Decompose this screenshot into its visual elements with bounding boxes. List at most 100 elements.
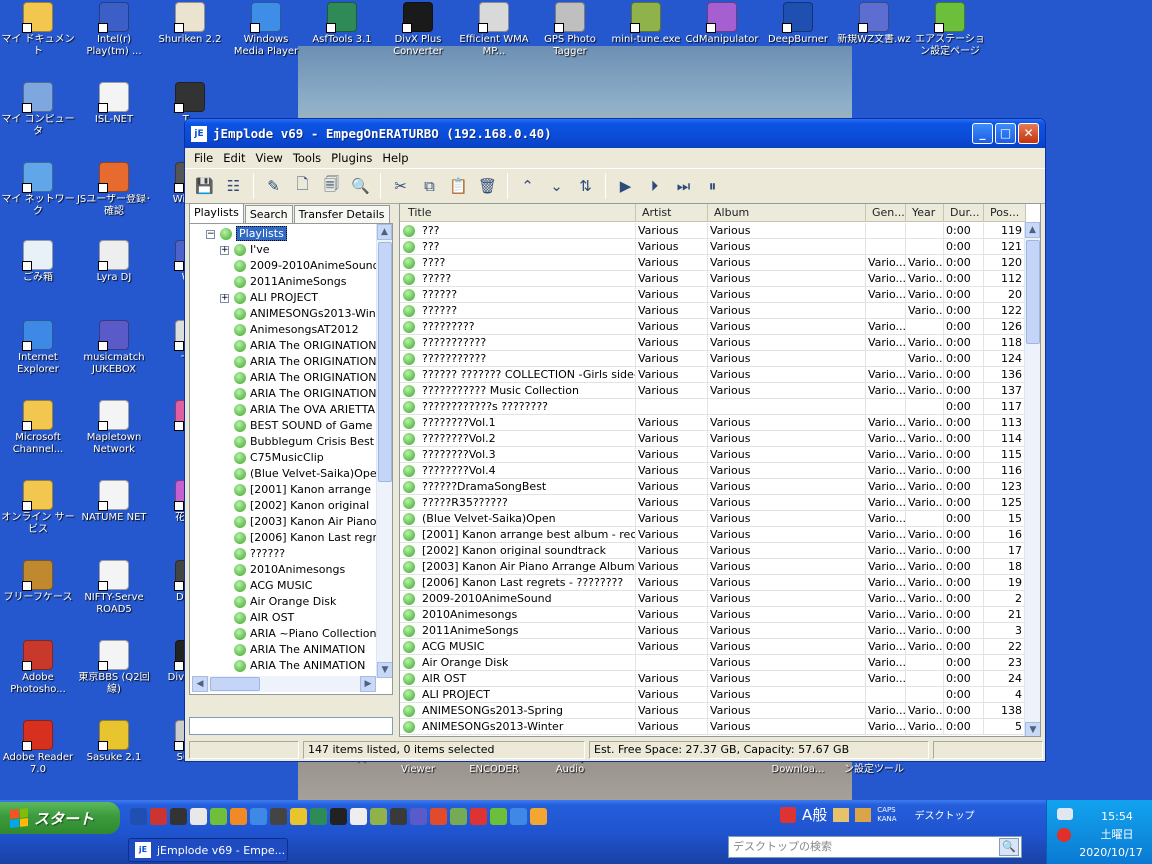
tree-item[interactable]: ??????	[192, 546, 376, 562]
close-button[interactable]: ✕	[1018, 123, 1039, 144]
tab-transfer-details[interactable]: Transfer Details	[293, 205, 390, 223]
table-row[interactable]: ANIMESONGs2013-Spring Various Various Vario…	[400, 703, 1026, 719]
desktop-icon[interactable]: NIFTY-Serve ROAD5	[76, 560, 152, 616]
tree-item[interactable]: [2003] Kanon Air Piano	[192, 514, 376, 530]
table-row[interactable]: ????????? Various Various Vario... 0:00 126	[400, 319, 1026, 335]
desktop-icon[interactable]: オンライン サービス	[0, 480, 76, 536]
tab-search[interactable]: Search	[244, 205, 293, 223]
table-row[interactable]: ??????????? Various Various Vario... Vario..…	[400, 335, 1026, 351]
scroll-down-arrow-icon[interactable]: ▼	[1025, 722, 1040, 736]
desktop-icon[interactable]: Adobe Photosho...	[0, 640, 76, 696]
table-row[interactable]: ??????????? Music Collection Various Vario…	[400, 383, 1026, 399]
column-header[interactable]: Pos...	[984, 204, 1026, 221]
quick-launch-icon[interactable]	[450, 808, 467, 825]
scroll-right-arrow-icon[interactable]: ▶	[360, 676, 376, 692]
table-row[interactable]: ????????Vol.1 Various Various Vario... Vario…	[400, 415, 1026, 431]
tree-item[interactable]: ACG MUSIC	[192, 578, 376, 594]
table-row[interactable]: 2009-2010AnimeSound Various Various Vario..…	[400, 591, 1026, 607]
tree-item[interactable]: BEST SOUND of Game	[192, 418, 376, 434]
table-row[interactable]: [2001] Kanon arrange best album - recol.…	[400, 527, 1026, 543]
tree-item[interactable]: 2011AnimeSongs	[192, 274, 376, 290]
menu-tools[interactable]: Tools	[288, 151, 326, 165]
desktop-icon[interactable]: ブリーフケース	[0, 560, 76, 604]
cut-icon[interactable]: ✂	[387, 173, 414, 200]
quick-launch-icon[interactable]	[330, 808, 347, 825]
desktop-icon[interactable]: 東京BBS (Q2回線)	[76, 640, 152, 696]
desktop-icon[interactable]: Mapletown Network	[76, 400, 152, 456]
table-row[interactable]: ALI PROJECT Various Various 0:00 4	[400, 687, 1026, 703]
desktop-icon[interactable]: Internet Explorer	[0, 320, 76, 376]
pause-icon[interactable]: ⏸	[699, 173, 726, 200]
tree-item[interactable]: ANIMESONGs2013-Winter	[192, 306, 376, 322]
tree-item[interactable]: [2006] Kanon Last regrets	[192, 530, 376, 546]
security-shield-icon[interactable]	[1057, 828, 1071, 842]
table-row[interactable]: ???? Various Various Vario... Vario... 0:00 12…	[400, 255, 1026, 271]
desktop-icon[interactable]: Microsoft Channel...	[0, 400, 76, 456]
quick-launch-icon[interactable]	[250, 808, 267, 825]
desktop-icon[interactable]: GPS Photo Tagger	[532, 2, 608, 58]
scroll-up-arrow-icon[interactable]: ▲	[1025, 222, 1040, 238]
tree-item[interactable]: ARIA The ANIMATION	[192, 658, 376, 674]
quick-launch-icon[interactable]	[470, 808, 487, 825]
column-header[interactable]: Artist	[636, 204, 708, 221]
copy-icon[interactable]: ⧉	[416, 173, 443, 200]
menu-help[interactable]: Help	[377, 151, 413, 165]
tree-item[interactable]: 2010Animesongs	[192, 562, 376, 578]
table-row[interactable]: ACG MUSIC Various Various Vario... Vario... 0…	[400, 639, 1026, 655]
table-row[interactable]: 2010Animesongs Various Various Vario... Vari…	[400, 607, 1026, 623]
table-row[interactable]: (Blue Velvet-Saika)Open Various Various Var…	[400, 511, 1026, 527]
tab-playlists[interactable]: Playlists	[189, 203, 244, 223]
menu-edit[interactable]: Edit	[218, 151, 250, 165]
tree-item[interactable]: ARIA The ORIGINATION	[192, 338, 376, 354]
tree-item[interactable]: ARIA The ORIGINATION	[192, 386, 376, 402]
table-row[interactable]: ??? Various Various 0:00 121	[400, 239, 1026, 255]
edit-icon[interactable]: ✎	[260, 173, 287, 200]
search-icon[interactable]: 🔍	[999, 838, 1019, 856]
tree-item[interactable]: Air Orange Disk	[192, 594, 376, 610]
clock-time[interactable]: 15:54	[1087, 810, 1147, 823]
sort-az-icon[interactable]: ⇅	[572, 173, 599, 200]
quick-launch-icon[interactable]	[350, 808, 367, 825]
desktop-icon[interactable]: マイ コンピュータ	[0, 82, 76, 138]
column-header[interactable]: Year	[906, 204, 944, 221]
menu-plugins[interactable]: Plugins	[326, 151, 377, 165]
desktop-icon[interactable]: Intel(r) Play(tm) ...	[76, 2, 152, 58]
maximize-button[interactable]: □	[995, 123, 1016, 144]
table-row[interactable]: Air Orange Disk Various Vario... 0:00 23	[400, 655, 1026, 671]
desktop-icon[interactable]: マイ ドキュメント	[0, 2, 76, 58]
quick-launch-icon[interactable]	[270, 808, 287, 825]
table-row[interactable]: ????????Vol.2 Various Various Vario... Vario…	[400, 431, 1026, 447]
desktop-icon[interactable]: マイ ネットワーク	[0, 162, 76, 218]
column-header[interactable]: Album	[708, 204, 866, 221]
column-header[interactable]: Dur...	[944, 204, 984, 221]
table-row[interactable]: ?????? Various Various Vario... 0:00 122	[400, 303, 1026, 319]
desktop-icon[interactable]: ごみ箱	[0, 240, 76, 284]
properties-icon[interactable]: ☷	[220, 173, 247, 200]
desktop-icon[interactable]: musicmatch JUKEBOX	[76, 320, 152, 376]
quick-launch-icon[interactable]	[150, 808, 167, 825]
scroll-thumb[interactable]	[378, 242, 392, 482]
quick-launch-icon[interactable]	[130, 808, 147, 825]
quick-launch-icon[interactable]	[210, 808, 227, 825]
table-row[interactable]: 2011AnimeSongs Various Various Vario... Vari…	[400, 623, 1026, 639]
desktop-icon[interactable]: AsfTools 3.1	[304, 2, 380, 46]
menu-file[interactable]: File	[189, 151, 218, 165]
new-playlist-multi-icon[interactable]: 🗐	[318, 173, 345, 200]
desktop-icon[interactable]: Lyra DJ	[76, 240, 152, 284]
desktop-icon[interactable]: mini-tune.exe	[608, 2, 684, 46]
network-icon[interactable]	[1057, 808, 1073, 820]
play-insert-icon[interactable]: ⏵	[641, 173, 668, 200]
table-row[interactable]: ?????R35?????? Various Various Vario... Vari…	[400, 495, 1026, 511]
play-icon[interactable]: ▶	[612, 173, 639, 200]
quick-launch-icon[interactable]	[410, 808, 427, 825]
tree-item[interactable]: + ALI PROJECT	[192, 290, 376, 306]
quick-launch-icon[interactable]	[290, 808, 307, 825]
table-row[interactable]: ????? Various Various Vario... Vario... 0:00 1…	[400, 271, 1026, 287]
desktop-icon[interactable]: CdManipulator	[684, 2, 760, 46]
table-row[interactable]: ??????????? Various Various Vario... 0:00 124	[400, 351, 1026, 367]
desktop-icon[interactable]: NATUME NET	[76, 480, 152, 524]
tree-item[interactable]: [2002] Kanon original	[192, 498, 376, 514]
taskbar-button-jemplode[interactable]: jE jEmplode v69 - Empe...	[128, 838, 288, 862]
tree-item[interactable]: ARIA ~Piano Collection	[192, 626, 376, 642]
desktop-icon[interactable]: ISL-NET	[76, 82, 152, 126]
